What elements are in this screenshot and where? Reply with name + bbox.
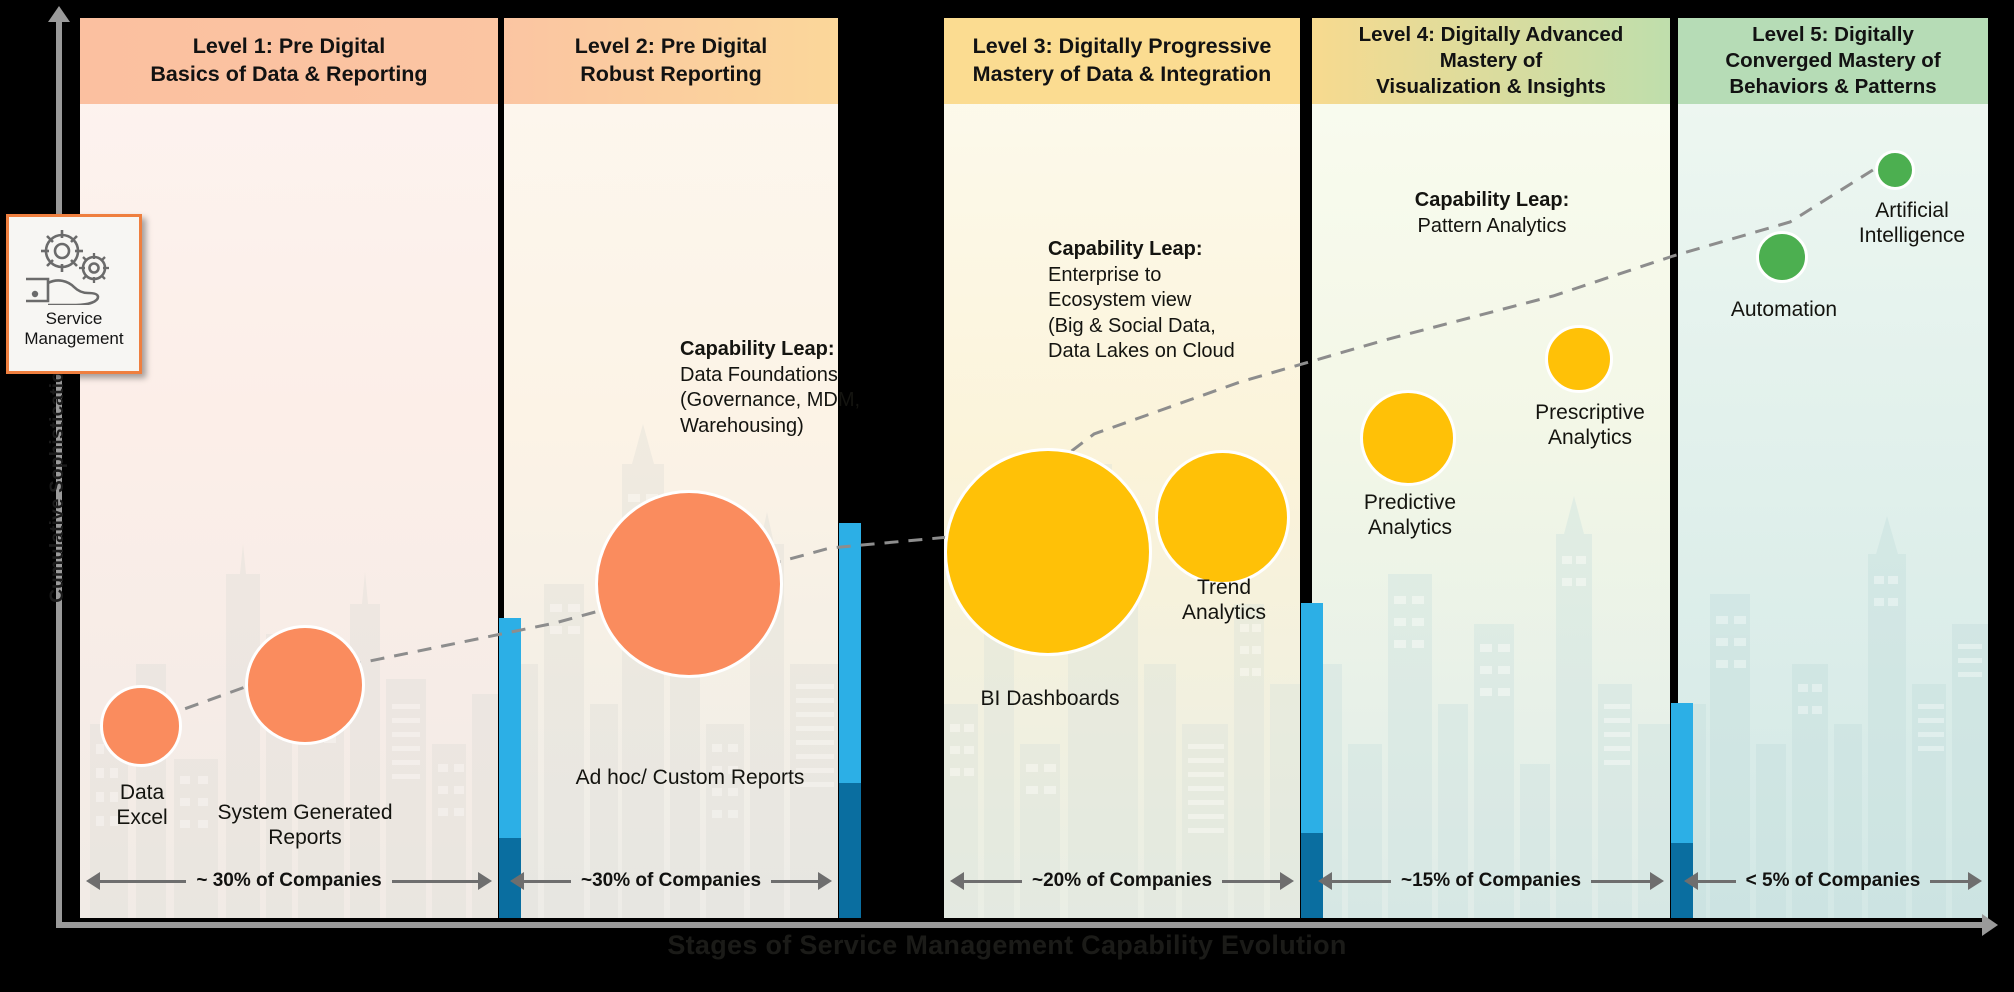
bubble-label-trend-analytics: Trend Analytics [1181, 576, 1267, 625]
level-2-range-label: ~30% of Companies [580, 870, 762, 891]
infographic-canvas: Cumulative Sophistication Level 1: Pre D… [0, 0, 2014, 992]
range-arrow-right-icon [1650, 872, 1664, 890]
level-3-range: ~20% of Companies [950, 866, 1294, 896]
range-arrow-right-icon [478, 872, 492, 890]
y-axis-label: Cumulative Sophistication [47, 359, 68, 603]
bubble-label-prescriptive-analytics: Prescriptive Analytics [1535, 401, 1645, 450]
range-bar [391, 879, 478, 883]
bubble-artificial-intelligence[interactable] [1875, 150, 1915, 190]
level-3-range-label: ~20% of Companies [1031, 870, 1213, 891]
service-management-badge[interactable]: Service Management [6, 214, 142, 374]
capability-leap-title: Capability Leap: [680, 338, 835, 360]
divider-blue-tower-dark [839, 783, 861, 918]
range-bar [964, 879, 1022, 883]
range-bar [524, 879, 571, 883]
bubble-automation[interactable] [1756, 231, 1808, 283]
level-5-range-label: < 5% of Companies [1745, 870, 1921, 891]
bubble-system-generated-reports[interactable] [245, 625, 365, 745]
level-4-range: ~15% of Companies [1318, 866, 1664, 896]
range-arrow-left-icon [950, 872, 964, 890]
capability-leap-detail: Pattern Analytics [1417, 214, 1567, 237]
bubble-label-system-generated-reports: System Generated Reports [217, 801, 393, 850]
level-4-header: Level 4: Digitally Advanced Mastery of V… [1312, 18, 1670, 104]
divider-blue-tower [499, 618, 521, 838]
range-bar [1332, 879, 1391, 883]
level-2-header: Level 2: Pre Digital Robust Reporting [504, 18, 838, 104]
divider-blue-tower [1301, 603, 1323, 833]
level-1-header: Level 1: Pre Digital Basics of Data & Re… [80, 18, 498, 104]
level-1-range-label: ~ 30% of Companies [196, 870, 382, 891]
bubble-prescriptive-analytics[interactable] [1545, 325, 1613, 393]
range-bar [1591, 879, 1650, 883]
level-panel-5: Level 5: Digitally Converged Mastery of … [1678, 18, 1988, 918]
bubble-trend-analytics[interactable] [1155, 450, 1290, 585]
bubble-bi-dashboards[interactable] [944, 448, 1152, 656]
level-panel-4: Level 4: Digitally Advanced Mastery of V… [1312, 18, 1670, 918]
range-bar [1930, 879, 1968, 883]
bubble-label-artificial-intelligence: Artificial Intelligence [1858, 199, 1966, 248]
range-arrow-right-icon [818, 872, 832, 890]
range-arrow-left-icon [1684, 872, 1698, 890]
bubble-label-automation: Automation [1730, 298, 1838, 321]
bubble-label-data-excel: Data Excel [116, 781, 168, 830]
level-5-range: < 5% of Companies [1684, 866, 1982, 896]
capability-leap-title: Capability Leap: [1048, 238, 1203, 260]
range-bar [1222, 879, 1280, 883]
bubble-predictive-analytics[interactable] [1360, 390, 1456, 486]
range-arrow-right-icon [1280, 872, 1294, 890]
capability-leap-level-4: Capability Leap: Pattern Analytics [1362, 188, 1622, 239]
bubble-data-excel[interactable] [100, 685, 182, 767]
bubble-label-bi-dashboards: BI Dashboards [980, 687, 1120, 710]
level-4-range-label: ~15% of Companies [1400, 870, 1582, 891]
panel-divider-4 [1670, 18, 1693, 918]
level-2-range: ~30% of Companies [510, 866, 832, 896]
bubble-label-predictive-analytics: Predictive Analytics [1363, 491, 1457, 540]
panel-divider-3 [1300, 18, 1323, 918]
capability-leap-level-2: Capability Leap: Data Foundations (Gover… [680, 337, 920, 439]
capability-leap-detail: Enterprise to Ecosystem view (Big & Soci… [1048, 263, 1235, 363]
panel-divider-1 [498, 18, 521, 918]
capability-leap-detail: Data Foundations (Governance, MDM, Wareh… [680, 363, 861, 437]
range-arrow-left-icon [1318, 872, 1332, 890]
range-arrow-right-icon [1968, 872, 1982, 890]
divider-blue-tower [1671, 703, 1693, 843]
x-axis-line [56, 922, 1986, 928]
level-1-range: ~ 30% of Companies [86, 866, 492, 896]
capability-leap-title: Capability Leap: [1414, 189, 1570, 211]
service-management-label: Service Management [24, 309, 124, 349]
range-bar [100, 879, 187, 883]
divider-blue-tower [839, 523, 861, 783]
bubble-ad-hoc-custom-reports[interactable] [595, 490, 783, 678]
range-bar [771, 879, 818, 883]
level-5-header: Level 5: Digitally Converged Mastery of … [1678, 18, 1988, 104]
capability-leap-level-3: Capability Leap: Enterprise to Ecosystem… [1048, 237, 1298, 365]
range-bar [1698, 879, 1736, 883]
x-axis-label: Stages of Service Management Capability … [667, 930, 1347, 960]
bubble-label-ad-hoc-custom-reports: Ad hoc/ Custom Reports [575, 766, 805, 789]
hand-holding-gears-icon [26, 230, 109, 305]
level-3-header: Level 3: Digitally Progressive Mastery o… [944, 18, 1300, 104]
range-arrow-left-icon [510, 872, 524, 890]
range-arrow-left-icon [86, 872, 100, 890]
